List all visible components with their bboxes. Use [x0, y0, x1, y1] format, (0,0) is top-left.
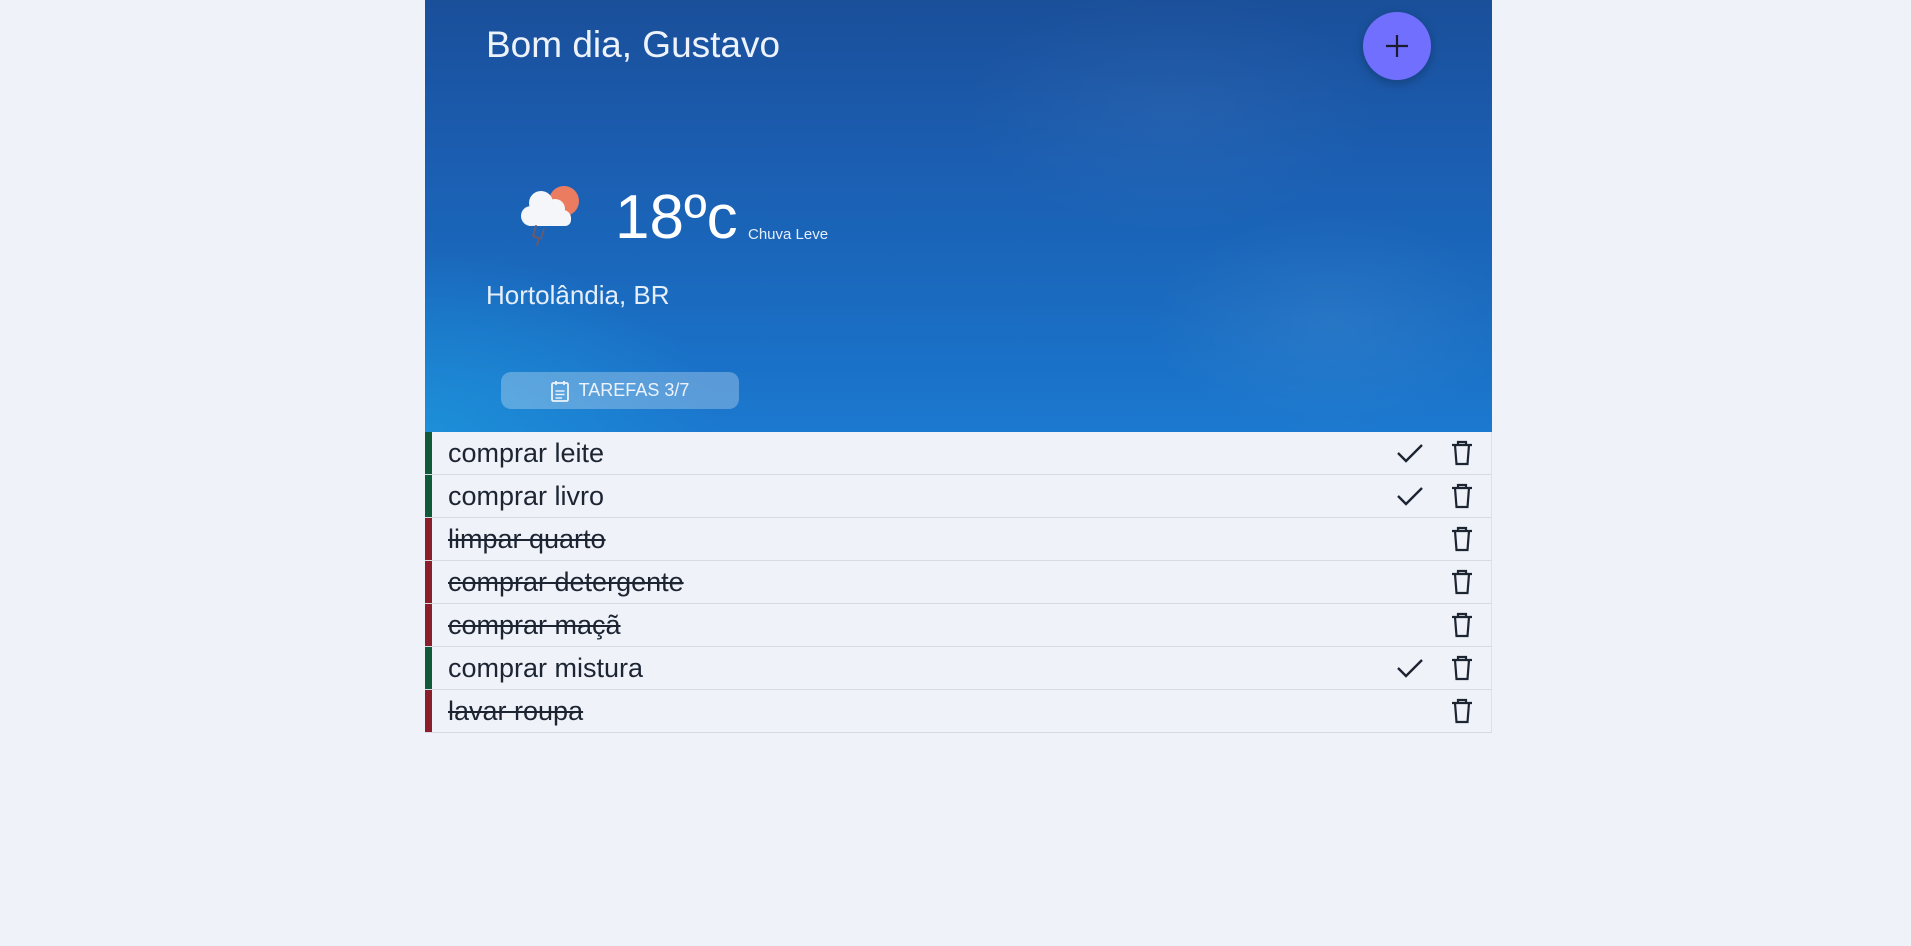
trash-icon[interactable] [1449, 697, 1475, 725]
task-label: comprar livro [448, 480, 605, 511]
task-label: lavar roupa [448, 695, 584, 726]
tasks-counter-label: TAREFAS 3/7 [578, 380, 690, 400]
task-label: comprar mistura [448, 652, 644, 683]
task-item[interactable]: comprar mistura [425, 647, 1492, 690]
task-label: comprar maçã [448, 609, 621, 640]
task-item[interactable]: lavar roupa [425, 690, 1492, 733]
trash-icon[interactable] [1449, 439, 1475, 467]
tasks-counter-badge[interactable]: TAREFAS 3/7 [501, 372, 739, 409]
check-icon[interactable] [1395, 655, 1425, 681]
task-item[interactable]: comprar leite [425, 432, 1492, 475]
status-bar-done [425, 604, 432, 646]
task-label: comprar detergente [448, 566, 684, 597]
status-bar-done [425, 561, 432, 603]
location-label: Hortolândia, BR [486, 280, 670, 310]
check-icon[interactable] [1395, 483, 1425, 509]
status-bar-done [425, 690, 432, 732]
app-container: Bom dia, Gustavo 18ºc Chuva Leve Hortolâ… [425, 0, 1492, 733]
cloud-sun-rain-icon [521, 186, 579, 246]
add-task-button[interactable] [1363, 12, 1431, 80]
plus-icon [1386, 35, 1408, 57]
header-hero: Bom dia, Gustavo 18ºc Chuva Leve Hortolâ… [425, 0, 1492, 432]
weather-condition: Chuva Leve [748, 226, 829, 243]
trash-icon[interactable] [1449, 611, 1475, 639]
temperature-value: 18ºc [615, 183, 738, 252]
task-label: limpar quarto [448, 523, 606, 554]
check-icon[interactable] [1395, 440, 1425, 466]
greeting-title: Bom dia, Gustavo [486, 24, 781, 65]
trash-icon[interactable] [1449, 482, 1475, 510]
status-bar-pending [425, 647, 432, 689]
task-label: comprar leite [448, 437, 605, 468]
task-item[interactable]: comprar livro [425, 475, 1492, 518]
clipboard-icon [550, 380, 569, 402]
status-bar-pending [425, 475, 432, 517]
trash-icon[interactable] [1449, 568, 1475, 596]
status-bar-pending [425, 432, 432, 474]
task-list: comprar leite comprar livro limpar quarto c… [425, 432, 1492, 733]
task-item[interactable]: limpar quarto [425, 518, 1492, 561]
status-bar-done [425, 518, 432, 560]
task-item[interactable]: comprar detergente [425, 561, 1492, 604]
task-item[interactable]: comprar maçã [425, 604, 1492, 647]
trash-icon[interactable] [1449, 525, 1475, 553]
trash-icon[interactable] [1449, 654, 1475, 682]
